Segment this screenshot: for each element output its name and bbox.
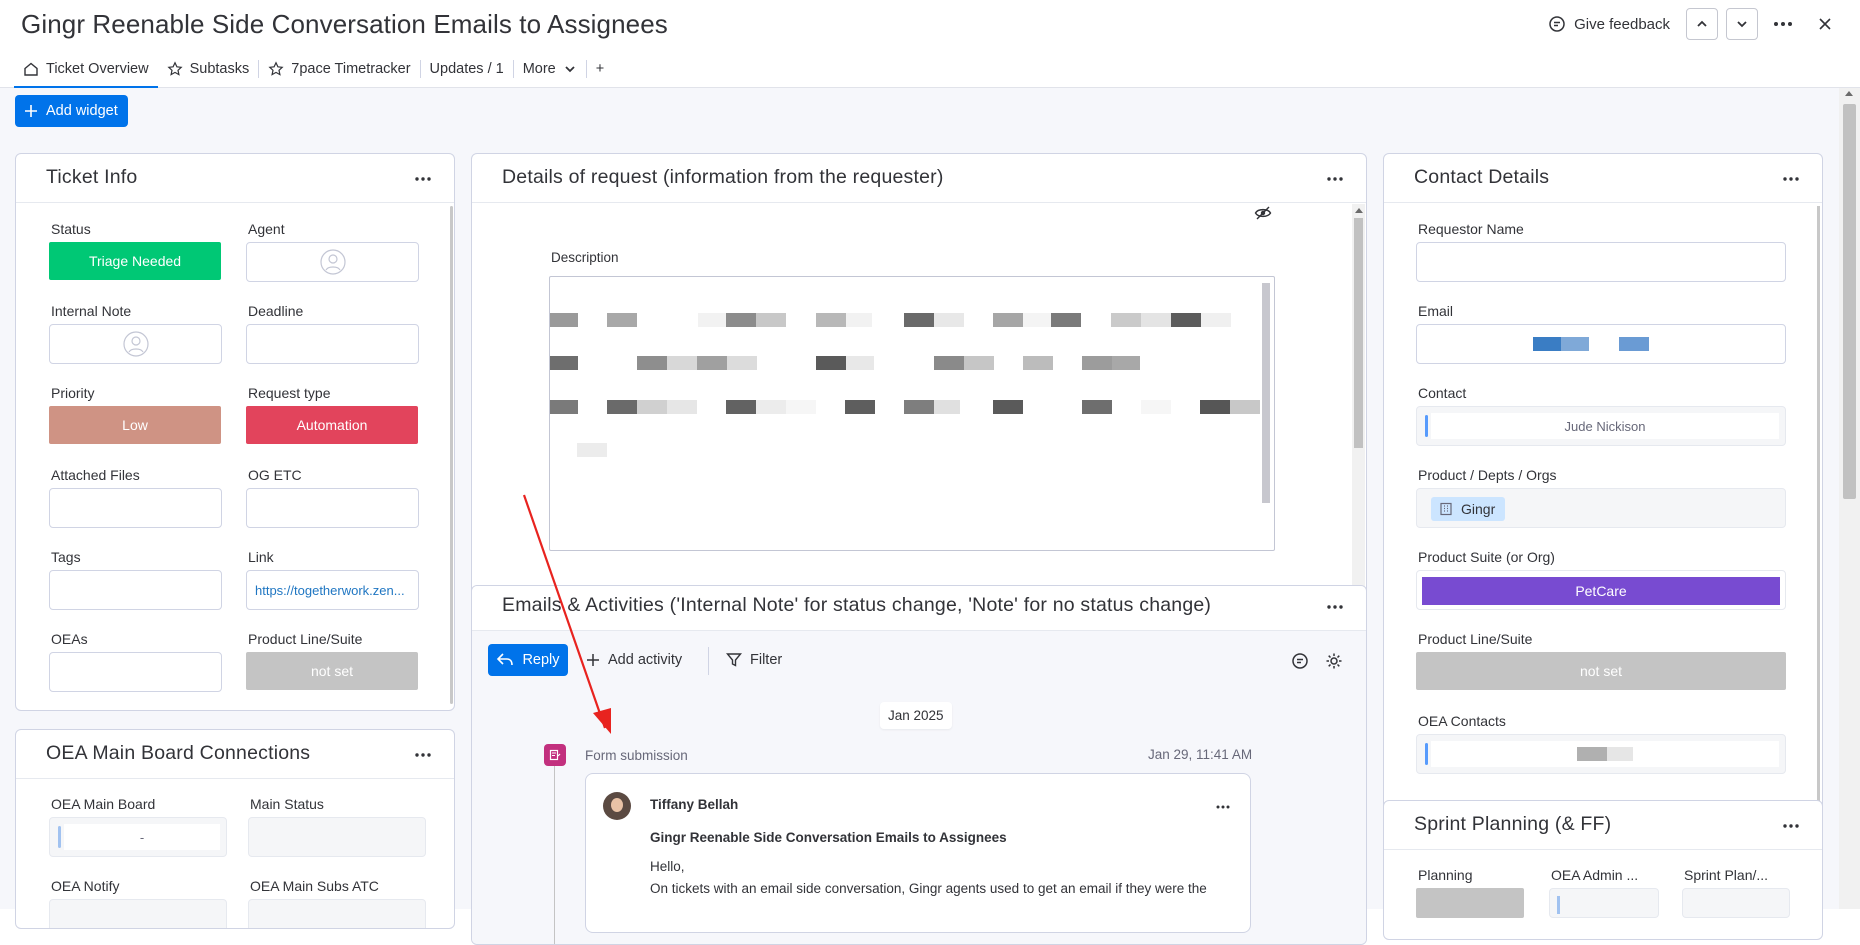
widget-title: Contact Details (1414, 166, 1550, 188)
tab-more[interactable]: More (514, 52, 586, 86)
next-item-button[interactable] (1726, 8, 1758, 40)
field-label-product-depts-orgs: Product / Depts / Orgs (1418, 467, 1557, 483)
field-label-oea-contacts: OEA Contacts (1418, 713, 1506, 729)
field-label-contact: Contact (1418, 385, 1467, 401)
field-label-planning: Planning (1418, 867, 1473, 883)
field-label-product-line: Product Line/Suite (1418, 631, 1533, 647)
field-label-sprint-plan: Sprint Plan/... (1684, 867, 1769, 883)
tab-label: Updates / 1 (429, 61, 504, 77)
close-icon (1819, 18, 1831, 30)
redacted-email (1533, 337, 1669, 351)
previous-item-button[interactable] (1686, 8, 1718, 40)
star-icon (167, 61, 183, 76)
planning-value[interactable] (1416, 888, 1524, 918)
add-view-label: + (595, 61, 605, 77)
tab-7pace-timetracker[interactable]: 7pace Timetracker (259, 52, 419, 86)
redacted-contact-part (1607, 747, 1633, 761)
field-label-requestor-name: Requestor Name (1418, 221, 1524, 237)
tab-subtasks[interactable]: Subtasks (158, 52, 259, 86)
widget-scrollbar[interactable] (1817, 206, 1820, 871)
ellipsis-icon (1783, 824, 1799, 828)
redacted-contact (1577, 747, 1607, 761)
sprint-planning-widget: Sprint Planning (& FF) Planning OEA Admi… (1383, 800, 1823, 940)
tab-updates[interactable]: Updates / 1 (421, 52, 513, 86)
widget-menu-button[interactable] (1780, 817, 1802, 835)
org-tag[interactable]: Gingr (1431, 497, 1506, 521)
star-icon (268, 61, 284, 76)
field-label-oea-admin: OEA Admin ... (1551, 867, 1639, 883)
oea-contacts-value[interactable] (1416, 734, 1786, 774)
oea-admin-value[interactable] (1549, 888, 1659, 918)
dashboard-area: Add widget Ticket Info Status Triage Nee… (0, 88, 1839, 945)
value-field (1431, 741, 1779, 767)
chevron-down-icon (565, 66, 575, 73)
product-line-value[interactable]: not set (1416, 652, 1786, 690)
building-icon (1440, 502, 1452, 516)
more-options-button[interactable] (1766, 8, 1800, 40)
tab-label: Subtasks (189, 61, 250, 77)
product-suite-label: PetCare (1422, 577, 1780, 605)
color-indicator (1425, 415, 1428, 437)
view-tabs: Ticket Overview Subtasks 7pace Timetrack… (14, 52, 613, 88)
product-depts-orgs-value[interactable]: Gingr (1416, 488, 1786, 528)
page-title: Gingr Reenable Side Conversation Emails … (21, 9, 668, 39)
tab-label: 7pace Timetracker (291, 61, 411, 77)
sprint-plan-value[interactable] (1682, 888, 1790, 918)
tab-label: Ticket Overview (46, 61, 149, 77)
divider (1384, 202, 1822, 203)
tab-label: More (522, 61, 556, 77)
give-feedback-button[interactable]: Give feedback (1540, 11, 1678, 37)
value-field: Jude Nickison (1431, 413, 1779, 439)
requestor-name-value[interactable] (1416, 242, 1786, 282)
org-tag-label: Gingr (1461, 501, 1496, 517)
scroll-thumb[interactable] (1843, 104, 1856, 499)
contact-name[interactable]: Jude Nickison (1565, 419, 1646, 434)
divider (1384, 849, 1822, 850)
chevron-down-icon (1737, 21, 1747, 28)
field-label-product-suite: Product Suite (or Org) (1418, 549, 1555, 565)
ellipsis-icon (1783, 177, 1799, 181)
feedback-icon (1549, 16, 1565, 32)
product-suite-value[interactable]: PetCare (1416, 570, 1786, 610)
ellipsis-icon (1774, 22, 1792, 26)
contact-details-widget: Contact Details Requestor Name Email Con… (1383, 153, 1823, 872)
field-label-email: Email (1418, 303, 1454, 319)
chevron-up-icon (1697, 20, 1707, 27)
email-value[interactable] (1416, 324, 1786, 364)
contact-value[interactable]: Jude Nickison (1416, 406, 1786, 446)
tab-ticket-overview[interactable]: Ticket Overview (14, 52, 158, 88)
home-icon (24, 62, 38, 76)
color-indicator (1425, 743, 1428, 765)
color-indicator (1557, 896, 1560, 914)
page-header: Gingr Reenable Side Conversation Emails … (0, 0, 1860, 88)
page-scrollbar[interactable] (1839, 88, 1860, 909)
widget-title: Sprint Planning (& FF) (1414, 813, 1612, 835)
header-actions: Give feedback (1540, 8, 1842, 40)
add-view-button[interactable]: + (587, 52, 613, 86)
close-button[interactable] (1808, 8, 1842, 40)
scroll-up-arrow[interactable] (1845, 91, 1853, 96)
widget-menu-button[interactable] (1780, 170, 1802, 188)
give-feedback-label: Give feedback (1574, 15, 1670, 33)
